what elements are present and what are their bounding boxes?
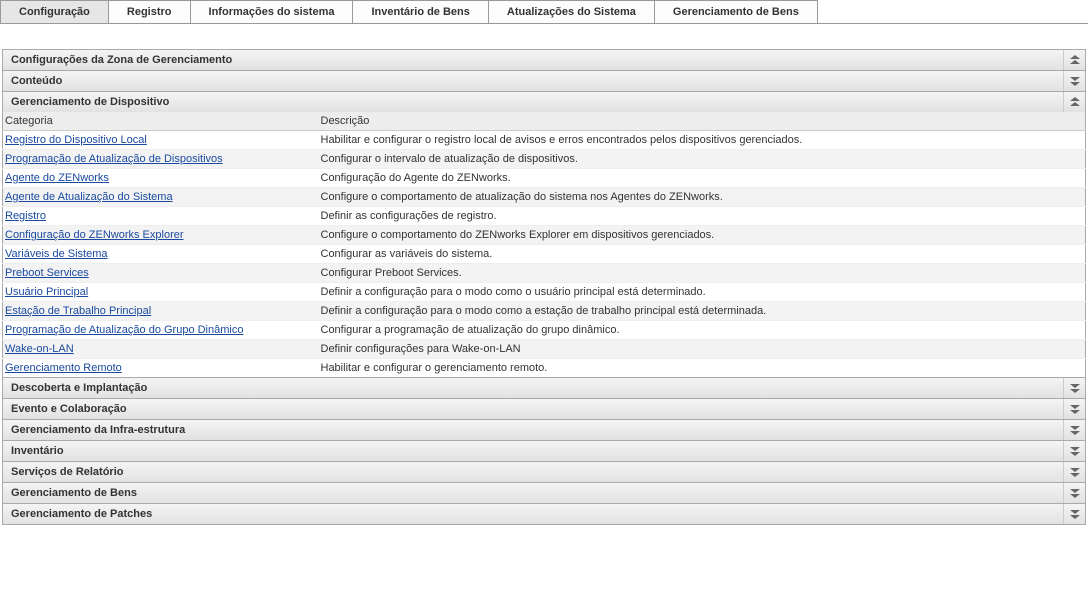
table-row: Wake-on-LAN Definir configurações para Wa… <box>3 340 1086 359</box>
panel-title-bens: Gerenciamento de Bens <box>11 487 137 499</box>
description-cell: Definir a configuração para o modo como … <box>319 302 1086 321</box>
expand-descoberta-button[interactable] <box>1063 378 1085 398</box>
panel-title-descoberta: Descoberta e Implantação <box>11 382 147 394</box>
panel-header-relatorio[interactable]: Serviços de Relatório <box>2 461 1086 483</box>
panel-title-conteudo: Conteúdo <box>11 75 62 87</box>
tab-gerenciamento-bens[interactable]: Gerenciamento de Bens <box>654 0 818 23</box>
panel-title-ger-dispositivo: Gerenciamento de Dispositivo <box>11 96 169 108</box>
expand-infra-button[interactable] <box>1063 420 1085 440</box>
tab-informacoes-sistema[interactable]: Informações do sistema <box>190 0 354 23</box>
panel-header-patches[interactable]: Gerenciamento de Patches <box>2 503 1086 525</box>
description-cell: Configurar as variáveis do sistema. <box>319 245 1086 264</box>
category-link[interactable]: Preboot Services <box>5 267 89 279</box>
chevron-down-icon <box>1070 488 1080 498</box>
expand-inventario-button[interactable] <box>1063 441 1085 461</box>
description-cell: Definir a configuração para o modo como … <box>319 283 1086 302</box>
table-row: Gerenciamento Remoto Habilitar e configur… <box>3 359 1086 378</box>
category-link[interactable]: Configuração do ZENworks Explorer <box>5 229 184 241</box>
panel-title-patches: Gerenciamento de Patches <box>11 508 152 520</box>
description-cell: Configure o comportamento de atualização… <box>319 188 1086 207</box>
category-link[interactable]: Programação de Atualização de Dispositiv… <box>5 153 223 165</box>
panel-header-descoberta[interactable]: Descoberta e Implantação <box>2 377 1086 399</box>
chevron-down-icon <box>1070 509 1080 519</box>
table-row: Usuário Principal Definir a configuração … <box>3 283 1086 302</box>
chevron-down-icon <box>1070 383 1080 393</box>
description-cell: Configurar a programação de atualização … <box>319 321 1086 340</box>
table-row: Registro do Dispositivo Local Habilitar e… <box>3 131 1086 150</box>
chevron-down-icon <box>1070 76 1080 86</box>
expand-bens-button[interactable] <box>1063 483 1085 503</box>
table-row: Preboot Services Configurar Preboot Servi… <box>3 264 1086 283</box>
category-link[interactable]: Gerenciamento Remoto <box>5 362 122 374</box>
panel-header-inventario[interactable]: Inventário <box>2 440 1086 462</box>
panel-title-main: Configurações da Zona de Gerenciamento <box>11 54 232 66</box>
category-link[interactable]: Estação de Trabalho Principal <box>5 305 151 317</box>
chevron-down-icon <box>1070 425 1080 435</box>
chevron-down-icon <box>1070 404 1080 414</box>
category-link[interactable]: Variáveis de Sistema <box>5 248 108 260</box>
collapse-ger-dispositivo-button[interactable] <box>1063 92 1085 112</box>
table-header-descricao: Descrição <box>319 112 1086 131</box>
description-cell: Configurar o intervalo de atualização de… <box>319 150 1086 169</box>
table-row: Agente do ZENworks Configuração do Agente… <box>3 169 1086 188</box>
description-cell: Habilitar e configurar o registro local … <box>319 131 1086 150</box>
panel-title-inventario: Inventário <box>11 445 64 457</box>
panel-header-main: Configurações da Zona de Gerenciamento <box>2 49 1086 71</box>
description-cell: Configuração do Agente do ZENworks. <box>319 169 1086 188</box>
description-cell: Definir as configurações de registro. <box>319 207 1086 226</box>
description-cell: Habilitar e configurar o gerenciamento r… <box>319 359 1086 378</box>
description-cell: Definir configurações para Wake-on-LAN <box>319 340 1086 359</box>
expand-patches-button[interactable] <box>1063 504 1085 524</box>
panel-title-evento: Evento e Colaboração <box>11 403 127 415</box>
table-row: Configuração do ZENworks Explorer Configu… <box>3 226 1086 245</box>
category-link[interactable]: Registro do Dispositivo Local <box>5 134 147 146</box>
description-cell: Configurar Preboot Services. <box>319 264 1086 283</box>
panel-header-ger-dispositivo[interactable]: Gerenciamento de Dispositivo <box>2 91 1086 113</box>
tab-bar: Configuração Registro Informações do sis… <box>0 0 1088 24</box>
table-row: Variáveis de Sistema Configurar as variáv… <box>3 245 1086 264</box>
category-link[interactable]: Agente de Atualização do Sistema <box>5 191 173 203</box>
chevron-up-icon <box>1070 55 1080 65</box>
panel-header-infra[interactable]: Gerenciamento da Infra-estrutura <box>2 419 1086 441</box>
collapse-main-button[interactable] <box>1063 50 1085 70</box>
description-cell: Configure o comportamento do ZENworks Ex… <box>319 226 1086 245</box>
panel-title-relatorio: Serviços de Relatório <box>11 466 124 478</box>
category-link[interactable]: Programação de Atualização do Grupo Dinâ… <box>5 324 243 336</box>
table-row: Programação de Atualização do Grupo Dinâ… <box>3 321 1086 340</box>
table-row: Agente de Atualização do Sistema Configur… <box>3 188 1086 207</box>
chevron-up-icon <box>1070 97 1080 107</box>
panel-header-evento[interactable]: Evento e Colaboração <box>2 398 1086 420</box>
tab-atualizacoes-sistema[interactable]: Atualizações do Sistema <box>488 0 655 23</box>
category-link[interactable]: Usuário Principal <box>5 286 88 298</box>
table-header-categoria: Categoria <box>3 112 319 131</box>
panel-title-infra: Gerenciamento da Infra-estrutura <box>11 424 185 436</box>
tab-inventario-bens[interactable]: Inventário de Bens <box>352 0 488 23</box>
table-row: Estação de Trabalho Principal Definir a c… <box>3 302 1086 321</box>
table-row: Registro Definir as configurações de regi… <box>3 207 1086 226</box>
panel-header-bens[interactable]: Gerenciamento de Bens <box>2 482 1086 504</box>
device-management-table: Categoria Descrição Registro do Disposit… <box>2 112 1086 378</box>
category-link[interactable]: Agente do ZENworks <box>5 172 109 184</box>
tab-configuracao[interactable]: Configuração <box>0 0 109 23</box>
expand-evento-button[interactable] <box>1063 399 1085 419</box>
expand-conteudo-button[interactable] <box>1063 71 1085 91</box>
category-link[interactable]: Registro <box>5 210 46 222</box>
content-area: Configurações da Zona de Gerenciamento C… <box>0 24 1088 527</box>
panel-header-conteudo[interactable]: Conteúdo <box>2 70 1086 92</box>
tab-registro[interactable]: Registro <box>108 0 191 23</box>
chevron-down-icon <box>1070 446 1080 456</box>
chevron-down-icon <box>1070 467 1080 477</box>
table-row: Programação de Atualização de Dispositiv… <box>3 150 1086 169</box>
category-link[interactable]: Wake-on-LAN <box>5 343 74 355</box>
expand-relatorio-button[interactable] <box>1063 462 1085 482</box>
